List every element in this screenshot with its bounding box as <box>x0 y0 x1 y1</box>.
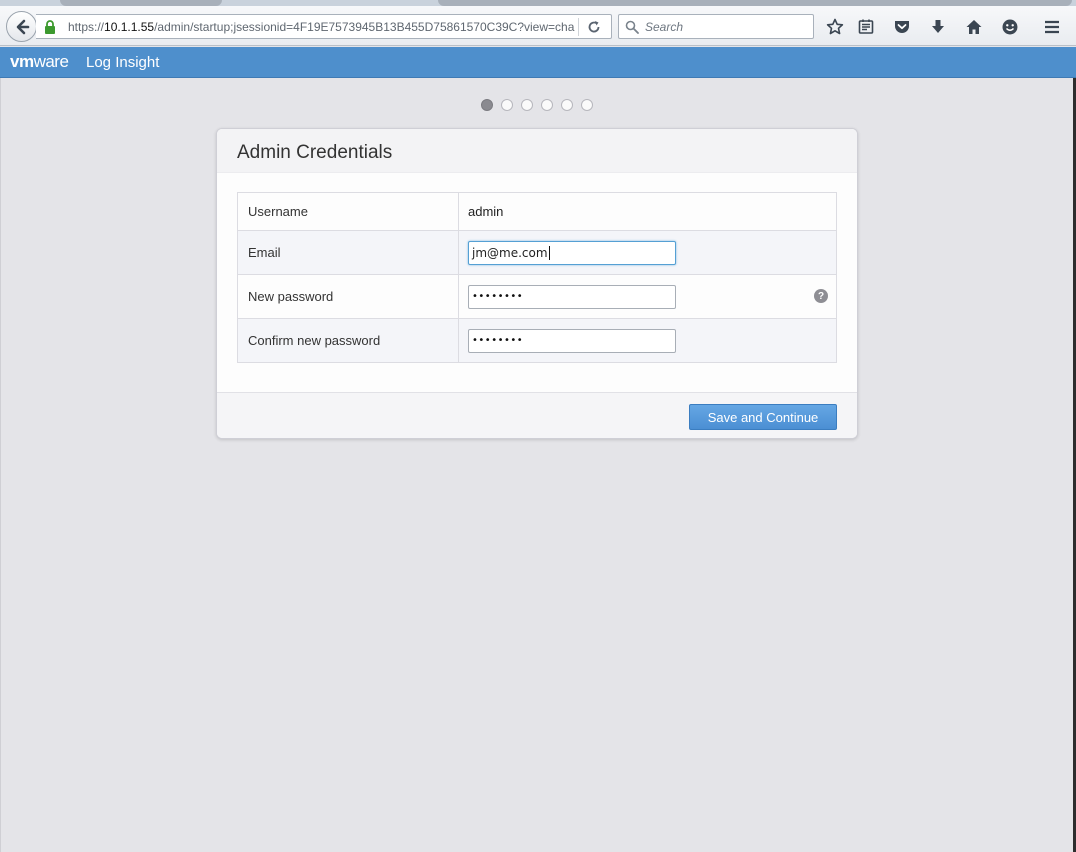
confirm-password-cell: •••••••• <box>459 319 836 362</box>
browser-navbar: https://10.1.1.55/admin/startup;jsession… <box>0 6 1076 46</box>
back-arrow-icon <box>16 19 29 34</box>
admin-credentials-card: Admin Credentials Username admin Email j… <box>216 128 858 439</box>
new-password-field[interactable]: •••••••• <box>468 284 676 309</box>
email-field-value: jm@me.com <box>472 245 548 260</box>
pocket-icon[interactable] <box>892 17 912 37</box>
menu-hamburger-icon[interactable] <box>1042 17 1062 37</box>
save-and-continue-button[interactable]: Save and Continue <box>689 404 837 430</box>
vmware-logo: vmware <box>10 52 69 71</box>
new-password-label: New password <box>238 275 459 318</box>
card-footer: Save and Continue <box>217 392 857 438</box>
new-password-dots: •••••••• <box>472 291 524 302</box>
username-label: Username <box>238 193 459 230</box>
form-row-email: Email jm@me.com <box>238 230 836 274</box>
reload-icon[interactable] <box>586 19 602 35</box>
form-row-new-password: New password •••••••• ? <box>238 274 836 318</box>
url-host: 10.1.1.55 <box>104 20 155 34</box>
bookmark-star-icon[interactable] <box>825 17 845 37</box>
url-text[interactable]: https://10.1.1.55/admin/startup;jsession… <box>68 20 578 34</box>
browser-search-box[interactable]: Search <box>618 14 814 39</box>
product-name: Log Insight <box>86 54 160 71</box>
credentials-form: Username admin Email jm@me.com New passw… <box>237 192 837 363</box>
password-help-icon[interactable]: ? <box>814 289 828 303</box>
back-button[interactable] <box>6 11 37 42</box>
step-dot-4 <box>541 99 553 111</box>
username-value: admin <box>468 204 504 219</box>
confirm-password-dots: •••••••• <box>472 335 524 346</box>
confirm-password-field[interactable]: •••••••• <box>468 328 676 353</box>
step-dot-5 <box>561 99 573 111</box>
form-row-username: Username admin <box>238 193 836 230</box>
url-prefix: https:// <box>68 20 105 34</box>
url-separator <box>578 18 579 36</box>
url-bar[interactable]: https://10.1.1.55/admin/startup;jsession… <box>36 14 612 39</box>
step-dot-1 <box>481 99 493 111</box>
step-dot-2 <box>501 99 513 111</box>
text-caret <box>548 245 550 260</box>
form-row-confirm-password: Confirm new password •••••••• <box>238 318 836 362</box>
search-icon <box>625 20 639 34</box>
home-icon[interactable] <box>964 17 984 37</box>
download-icon[interactable] <box>928 17 948 37</box>
page-left-edge <box>0 78 1 852</box>
new-password-cell: •••••••• ? <box>459 275 836 318</box>
search-placeholder: Search <box>645 20 684 34</box>
card-header: Admin Credentials <box>217 129 857 173</box>
confirm-password-label: Confirm new password <box>238 319 459 362</box>
step-dot-3 <box>521 99 533 111</box>
email-field[interactable]: jm@me.com <box>468 240 676 265</box>
card-title: Admin Credentials <box>237 142 393 163</box>
url-path: /admin/startup;jsessionid=4F19E7573945B1… <box>154 20 575 34</box>
email-cell: jm@me.com <box>459 231 836 274</box>
setup-step-indicator <box>481 99 593 111</box>
reading-list-icon[interactable] <box>856 17 876 37</box>
email-label: Email <box>238 231 459 274</box>
feedback-smiley-icon[interactable] <box>1000 17 1020 37</box>
step-dot-6 <box>581 99 593 111</box>
help-glyph: ? <box>817 290 825 302</box>
lock-icon <box>45 20 55 34</box>
app-header: vmware Log Insight <box>0 47 1076 78</box>
